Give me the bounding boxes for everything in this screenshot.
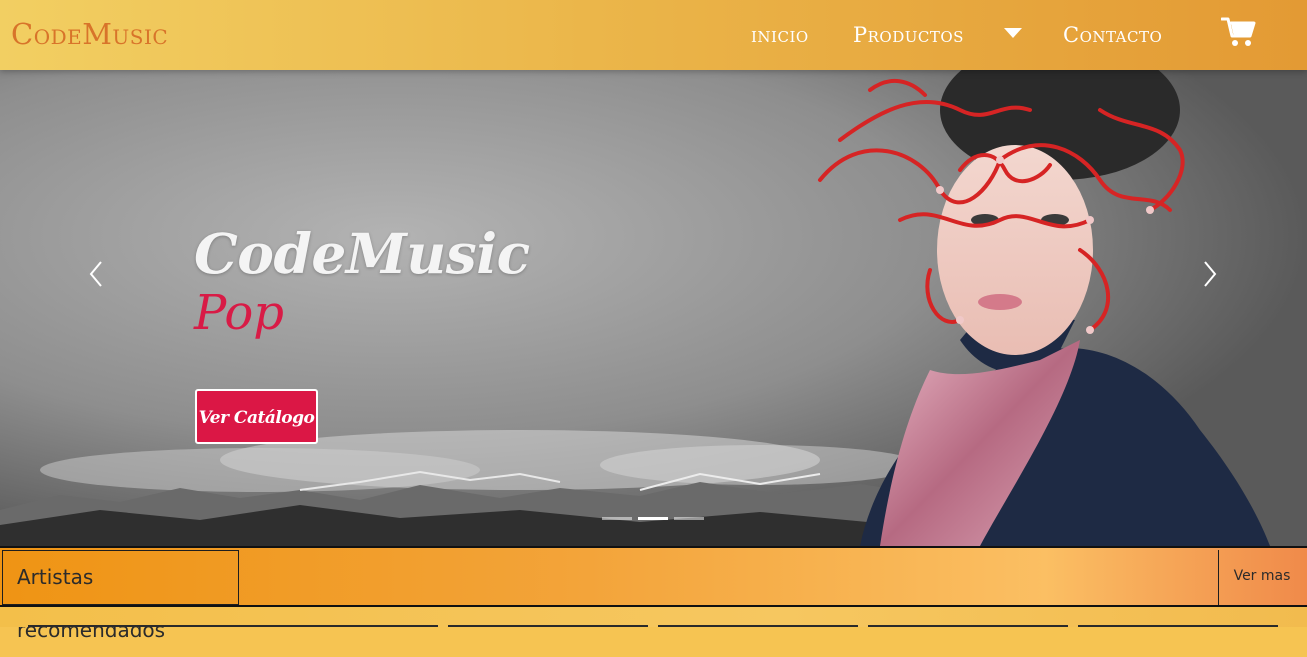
carousel-indicator-3[interactable] [674,517,704,520]
brand-logo[interactable]: CodeMusic [11,17,168,51]
chevron-left-icon[interactable] [84,258,108,290]
hero-subtitle: Pop [194,285,284,341]
carousel-indicator-2[interactable] [638,517,668,520]
nav-link-contacto[interactable]: Contacto [1063,22,1162,48]
ver-catalogo-button[interactable]: Ver Catálogo [195,389,318,444]
artists-section-header: Artistas recomendados Ver mas [0,546,1307,642]
chevron-right-icon[interactable] [1198,258,1222,290]
navbar: CodeMusic inicio Productos Contacto [0,0,1307,70]
hero-carousel: CodeMusic Pop Ver Catálogo [0,70,1307,546]
ver-mas-link[interactable]: Ver mas [1218,550,1305,605]
nav-link-productos[interactable]: Productos [853,22,964,48]
artists-section-title: Artistas recomendados [2,550,239,642]
artists-cards-strip [0,607,1307,627]
carousel-indicator-1[interactable] [602,517,632,520]
shopping-cart-icon[interactable] [1220,16,1257,48]
hero-title: CodeMusic [194,221,530,286]
caret-down-icon[interactable] [1004,28,1022,38]
nav-link-inicio[interactable]: inicio [751,22,809,48]
